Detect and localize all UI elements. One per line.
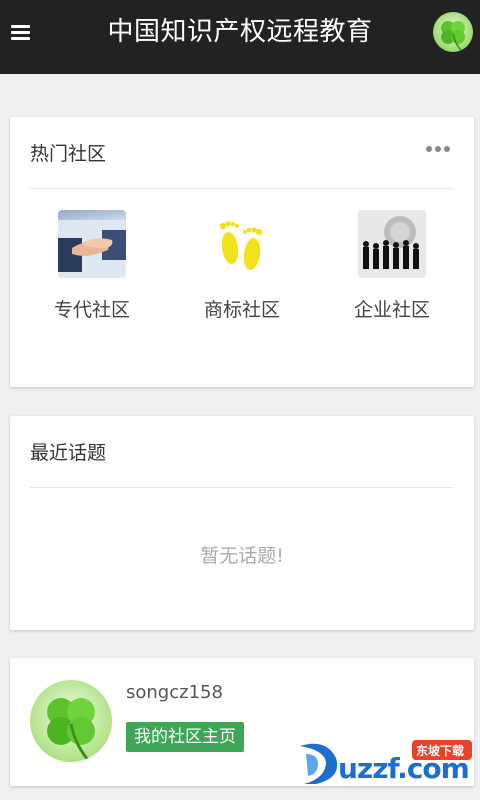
- divider: [30, 487, 454, 488]
- hot-communities-card: 热门社区 专代社区 商标社区 企业社区: [10, 117, 474, 387]
- recent-topics-card: 最近话题 暂无话题!: [10, 416, 474, 630]
- handshake-icon: [58, 210, 126, 278]
- recent-topics-title: 最近话题: [30, 442, 107, 464]
- community-label-enterprise: 企业社区: [353, 299, 430, 321]
- my-community-home-button[interactable]: 我的社区主页: [126, 722, 244, 752]
- community-label-trademark: 商标社区: [203, 299, 280, 321]
- community-item-patent-agent[interactable]: 专代社区: [17, 210, 167, 322]
- clover-avatar-icon[interactable]: [30, 680, 112, 762]
- uzzf-watermark-logo: 东坡下载 uzzf.com: [296, 738, 476, 788]
- app-title: 中国知识产权远程教育: [107, 17, 373, 47]
- community-label-patent-agent: 专代社区: [53, 299, 130, 321]
- more-dots-icon[interactable]: [426, 145, 450, 153]
- business-people-icon: [358, 210, 426, 278]
- divider: [30, 188, 454, 189]
- watermark-brand: uzzf.com: [338, 752, 470, 785]
- top-app-bar: 中国知识产权远程教育: [0, 0, 480, 74]
- community-item-trademark[interactable]: 商标社区: [167, 210, 317, 322]
- community-item-enterprise[interactable]: 企业社区: [317, 210, 467, 322]
- username: songcz158: [126, 682, 223, 703]
- hot-communities-title: 热门社区: [30, 143, 107, 165]
- empty-topics-message: 暂无话题!: [200, 545, 284, 567]
- footprints-icon: [208, 210, 276, 278]
- clover-avatar-icon[interactable]: [433, 12, 473, 52]
